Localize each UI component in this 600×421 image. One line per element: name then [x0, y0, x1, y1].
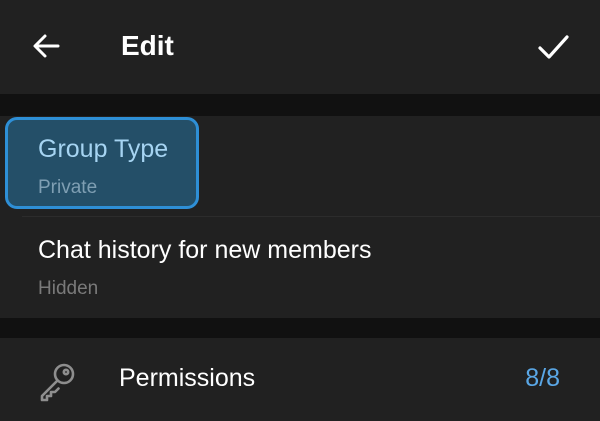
group-settings-section: Group Type Private Chat history for new … — [0, 116, 600, 318]
key-icon — [40, 363, 75, 402]
group-type-row[interactable]: Group Type Private — [0, 116, 600, 216]
group-type-label: Group Type — [38, 135, 169, 163]
back-button[interactable] — [22, 22, 70, 70]
chat-history-value: Hidden — [38, 278, 99, 299]
checkmark-icon — [538, 35, 569, 59]
app-header: Edit — [0, 0, 600, 94]
edit-group-screen: Edit Group Type Private Chat history for… — [0, 0, 600, 421]
permissions-section: Permissions 8/8 — [0, 338, 600, 421]
permissions-label: Permissions — [119, 364, 256, 392]
page-title: Edit — [121, 30, 174, 61]
done-button[interactable] — [528, 22, 578, 72]
arrow-left-icon — [33, 34, 60, 58]
chat-history-row[interactable]: Chat history for new members Hidden — [0, 217, 600, 318]
group-type-value: Private — [38, 177, 98, 198]
section-separator — [0, 318, 600, 338]
permissions-row[interactable]: Permissions 8/8 — [0, 338, 600, 421]
section-separator — [0, 94, 600, 116]
permissions-count: 8/8 — [525, 364, 560, 392]
chat-history-label: Chat history for new members — [38, 236, 372, 264]
